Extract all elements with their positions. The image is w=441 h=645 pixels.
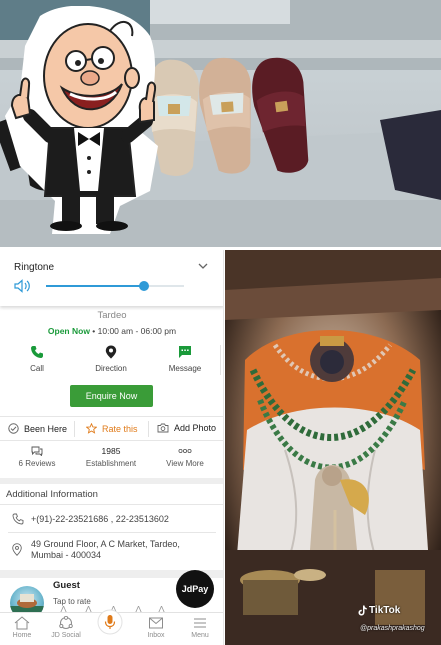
tap-to-rate-label: Tap to rate [53,597,91,606]
divider [148,421,149,437]
tiktok-username: @prakashprakashog [360,625,425,632]
more-dots-icon [148,446,222,456]
tiktok-brand: TikTok [369,605,401,616]
rate-this-label: Rate this [102,423,138,434]
nav-jd-social[interactable]: JD Social [44,616,88,639]
view-more-button[interactable]: View More [148,446,222,468]
nav-inbox-label: Inbox [147,632,165,639]
message-button[interactable]: Message [155,345,215,373]
been-here-label: Been Here [24,423,68,434]
menu-icon [194,618,206,628]
listing-app-screen: Ringtone Tardeo Open Now • 10:00 am - 06… [0,250,224,645]
call-label: Call [30,364,44,373]
more-dots-icon [178,448,192,454]
divider [74,421,75,437]
divider [0,416,223,417]
add-photo-button[interactable]: Add Photo [157,423,216,433]
direction-label: Direction [95,364,127,373]
location-outline-icon [12,543,22,556]
divider [0,504,223,505]
inbox-icon [149,617,163,629]
chevron-down-icon[interactable] [198,261,208,271]
message-icon [179,346,191,358]
been-here-button[interactable]: Been Here [8,423,67,434]
direction-button[interactable]: Direction [81,345,141,373]
view-more-label: View More [166,459,204,468]
sandals-photo [0,0,441,247]
mascot-thumbs-up-icon [5,6,158,234]
shrine-photo [225,250,441,645]
bottom-navigation: Home JD Social Inbox Menu [0,609,223,645]
stats-row: 6 Reviews 1985 Establishment View More [0,446,223,472]
address-line-2: Mumbai - 400034 [31,550,102,560]
action-bar-edge [220,345,221,375]
establishment-stat: 1985 Establishment [74,446,148,468]
nav-jd-social-label: JD Social [51,632,81,639]
camera-icon [157,423,169,433]
reviews-stat[interactable]: 6 Reviews [0,446,74,468]
phone-outline-icon [12,513,24,525]
nav-home[interactable]: Home [0,616,44,639]
additional-information-title: Additional Information [6,489,98,500]
nav-home-label: Home [12,632,32,639]
nav-voice-search[interactable] [88,609,132,635]
section-separator [0,478,223,484]
volume-slider[interactable] [46,281,184,291]
ringtone-volume-panel: Ringtone [0,250,223,306]
opening-hours: • 10:00 am - 06:00 pm [89,326,177,336]
check-circle-icon [8,423,19,434]
nav-menu[interactable]: Menu [178,616,222,639]
phone-row[interactable]: +(91)-22-23521686 , 22-23513602 [0,512,223,528]
establishment-year: 1985 [101,446,121,456]
listing-location: Tardeo [97,310,127,321]
location-pin-icon [105,345,117,359]
phone-icon [31,346,43,358]
establishment-label: Establishment [85,459,137,468]
reviews-icon [31,446,43,457]
address-row[interactable]: 49 Ground Floor, A C Market, Tardeo, Mum… [0,537,223,565]
mic-icon [97,609,123,635]
engagement-row: Been Here Rate this Add Photo [0,421,223,437]
volume-slider-thumb[interactable] [138,281,149,291]
action-bar: Call Direction Message [0,345,223,375]
ringtone-title: Ringtone [14,262,55,273]
call-button[interactable]: Call [7,345,67,373]
listing-hours: Open Now • 10:00 am - 06:00 pm [0,326,223,336]
home-icon [14,616,30,630]
star-outline-icon [86,423,97,434]
add-photo-label: Add Photo [174,423,217,433]
reviews-icon-holder [0,446,74,457]
reviews-label: 6 Reviews [18,459,56,468]
message-label: Message [168,364,202,373]
jdpay-button[interactable]: JdPay [176,570,214,608]
phone-numbers: +(91)-22-23521686 , 22-23513602 [31,514,169,524]
open-status: Open Now [47,326,90,336]
jd-social-icon [59,616,73,629]
volume-slider-fill [46,285,144,287]
tiktok-logo-icon [358,605,367,616]
speaker-icon [14,279,30,293]
enquire-now-button[interactable]: Enquire Now [70,385,153,407]
divider [0,440,223,441]
rate-this-button[interactable]: Rate this [86,423,138,434]
nav-inbox[interactable]: Inbox [134,616,178,639]
tiktok-watermark: TikTok [358,605,400,616]
guest-name: Guest [53,580,80,591]
divider [8,532,216,533]
shrine-illustration [225,250,441,645]
nav-menu-label: Menu [191,632,209,639]
